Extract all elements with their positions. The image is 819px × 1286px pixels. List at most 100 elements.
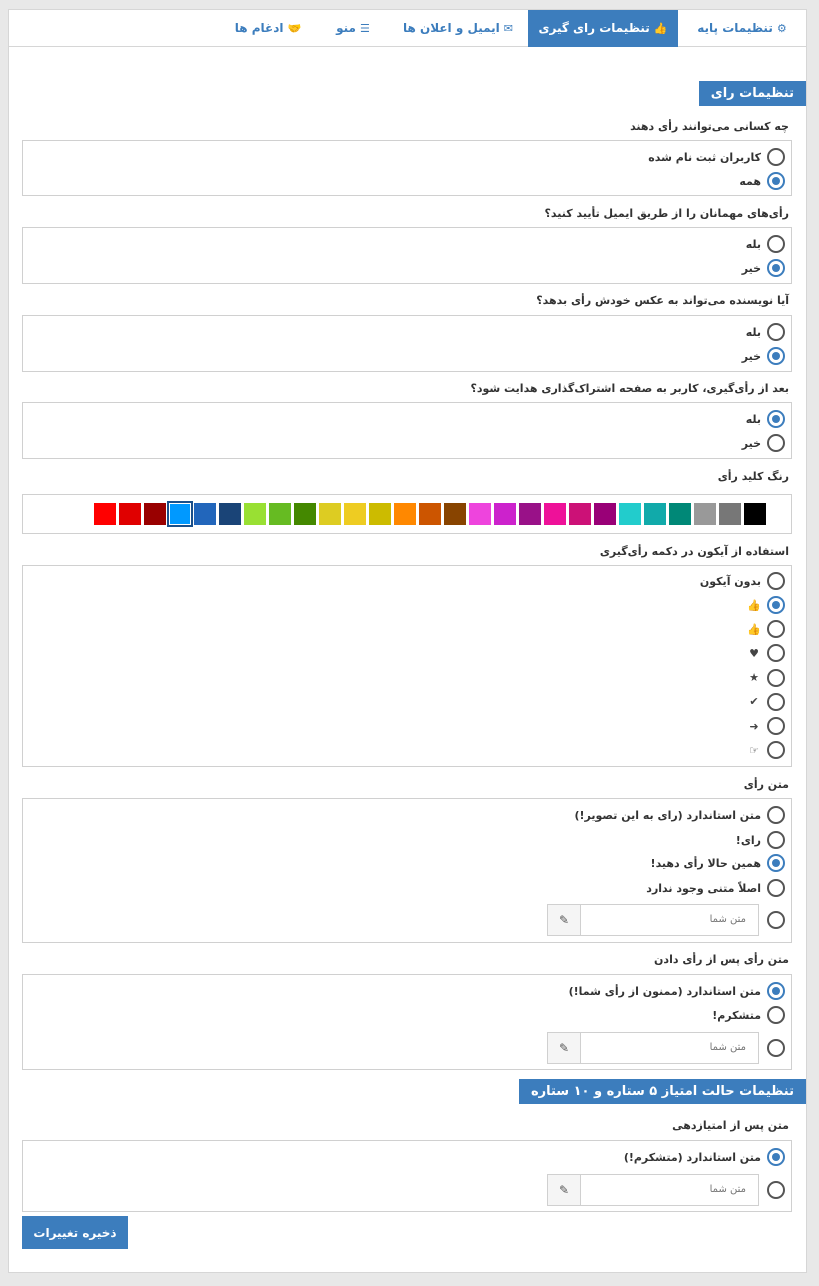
option-no[interactable]: خیر xyxy=(742,346,785,366)
color-swatch[interactable] xyxy=(194,503,216,525)
color-swatch[interactable] xyxy=(119,503,141,525)
radio-button[interactable] xyxy=(767,596,785,614)
option-no-text[interactable]: اصلاً متنی وجود ندارد xyxy=(646,878,785,898)
color-swatch[interactable] xyxy=(594,503,616,525)
tab-label: تنظیمات رای گیری xyxy=(538,21,650,35)
radio-button[interactable] xyxy=(767,259,785,277)
radio-button[interactable] xyxy=(767,572,785,590)
option-heart[interactable]: ♥ xyxy=(747,643,785,663)
question-guest-email-confirm: رأی‌های مهمانان را از طریق ایمیل تأیید ک… xyxy=(544,207,789,220)
radio-button[interactable] xyxy=(767,854,785,872)
heart-icon: ♥ xyxy=(749,646,759,660)
color-swatch[interactable] xyxy=(94,503,116,525)
radio-button[interactable] xyxy=(767,1148,785,1166)
color-swatch[interactable] xyxy=(369,503,391,525)
option-no-icon[interactable]: بدون آیکون xyxy=(700,571,785,591)
radio-button[interactable] xyxy=(767,806,785,824)
option-standard-text[interactable]: متن استاندارد (رای به این تصویر!) xyxy=(575,805,785,825)
color-swatch[interactable] xyxy=(294,503,316,525)
color-swatch[interactable] xyxy=(344,503,366,525)
color-swatch[interactable] xyxy=(519,503,541,525)
color-swatch[interactable] xyxy=(494,503,516,525)
option-standard-thanks[interactable]: متن استاندارد (ممنون از رأی شما!) xyxy=(569,981,785,1001)
color-swatch[interactable] xyxy=(669,503,691,525)
color-swatch[interactable] xyxy=(319,503,341,525)
section-title-vote-settings: تنظیمات رای xyxy=(698,81,806,106)
option-thumbs-up-outline[interactable]: 👍 xyxy=(747,619,785,639)
radio-button[interactable] xyxy=(767,717,785,735)
tab-menu[interactable]: ☰منو xyxy=(318,10,388,47)
radio-button[interactable] xyxy=(767,410,785,428)
custom-text-input[interactable] xyxy=(581,903,759,936)
options-who-can-vote: کاربران ثبت نام شده همه xyxy=(22,140,792,196)
option-hand-pointer[interactable]: ☞ xyxy=(747,740,785,760)
option-yes[interactable]: بله xyxy=(746,322,785,342)
radio-button[interactable] xyxy=(767,347,785,365)
color-swatch[interactable] xyxy=(219,503,241,525)
radio-button[interactable] xyxy=(767,910,785,929)
color-swatch[interactable] xyxy=(619,503,641,525)
color-swatch[interactable] xyxy=(694,503,716,525)
radio-button[interactable] xyxy=(767,668,785,687)
tab-integrations[interactable]: 🤝ادغام ها xyxy=(218,10,318,47)
option-label: اصلاً متنی وجود ندارد xyxy=(646,881,761,895)
option-custom-text[interactable]: ✎ xyxy=(547,1173,785,1206)
tab-basic-settings[interactable]: ⚙تنظیمات پایه xyxy=(678,10,806,47)
option-registered-users[interactable]: کاربران ثبت نام شده xyxy=(648,147,785,167)
option-star[interactable]: ★ xyxy=(747,668,785,688)
color-swatch[interactable] xyxy=(144,503,166,525)
tab-bar: ⚙تنظیمات پایه 👍تنظیمات رای گیری ✉ایمیل و… xyxy=(9,10,806,47)
save-changes-button[interactable]: ذخیره تغییرات xyxy=(22,1216,128,1249)
color-swatch[interactable] xyxy=(644,503,666,525)
gears-icon: ⚙ xyxy=(776,22,787,35)
options-redirect-share: بله خیر xyxy=(22,402,792,459)
custom-text-input[interactable] xyxy=(581,1031,759,1064)
color-swatch[interactable] xyxy=(269,503,291,525)
radio-button[interactable] xyxy=(767,620,785,639)
option-arrow-circle[interactable]: ➜ xyxy=(747,716,785,736)
color-swatch[interactable] xyxy=(544,503,566,525)
custom-text-input[interactable] xyxy=(581,1173,759,1206)
radio-button[interactable] xyxy=(767,235,785,253)
radio-button[interactable] xyxy=(767,982,785,1000)
option-yes[interactable]: بله xyxy=(746,409,785,429)
option-yes[interactable]: بله xyxy=(746,234,785,254)
option-custom-text[interactable]: ✎ xyxy=(547,1031,785,1064)
color-swatch[interactable] xyxy=(469,503,491,525)
color-swatch[interactable] xyxy=(394,503,416,525)
color-swatch[interactable] xyxy=(244,503,266,525)
color-swatch[interactable] xyxy=(419,503,441,525)
radio-button[interactable] xyxy=(767,692,785,711)
tab-email-notifications[interactable]: ✉ایمیل و اعلان ها xyxy=(388,10,528,47)
color-swatch[interactable] xyxy=(744,503,766,525)
option-no[interactable]: خیر xyxy=(742,258,785,278)
option-check[interactable]: ✔ xyxy=(747,692,785,712)
color-swatch[interactable] xyxy=(569,503,591,525)
option-thumbs-up-solid[interactable]: 👍 xyxy=(747,595,785,615)
radio-button[interactable] xyxy=(767,434,785,452)
radio-button[interactable] xyxy=(767,644,785,663)
color-swatch[interactable] xyxy=(167,501,193,527)
radio-button[interactable] xyxy=(767,1006,785,1024)
radio-button[interactable] xyxy=(767,741,785,760)
custom-text-group: ✎ xyxy=(547,903,759,936)
option-custom-text[interactable]: ✎ xyxy=(547,903,785,936)
edit-icon: ✎ xyxy=(547,1031,581,1064)
radio-button[interactable] xyxy=(767,323,785,341)
color-swatch[interactable] xyxy=(719,503,741,525)
option-standard-thanks[interactable]: متن استاندارد (متشکرم!) xyxy=(624,1147,785,1167)
option-no[interactable]: خیر xyxy=(742,433,785,453)
question-redirect-share: بعد از رأی‌گیری، کاربر به صفحه اشتراک‌گذ… xyxy=(470,382,789,395)
radio-button[interactable] xyxy=(767,148,785,166)
color-swatch[interactable] xyxy=(444,503,466,525)
option-everyone[interactable]: همه xyxy=(739,171,785,191)
option-vote-now[interactable]: همین حالا رأی دهید! xyxy=(651,853,785,873)
option-vote[interactable]: رای! xyxy=(736,830,785,850)
option-thanks[interactable]: متشکرم! xyxy=(712,1005,785,1025)
radio-button[interactable] xyxy=(767,172,785,190)
radio-button[interactable] xyxy=(767,1038,785,1057)
tab-voting-settings[interactable]: 👍تنظیمات رای گیری xyxy=(528,10,678,47)
radio-button[interactable] xyxy=(767,1180,785,1199)
radio-button[interactable] xyxy=(767,879,785,897)
radio-button[interactable] xyxy=(767,831,785,849)
